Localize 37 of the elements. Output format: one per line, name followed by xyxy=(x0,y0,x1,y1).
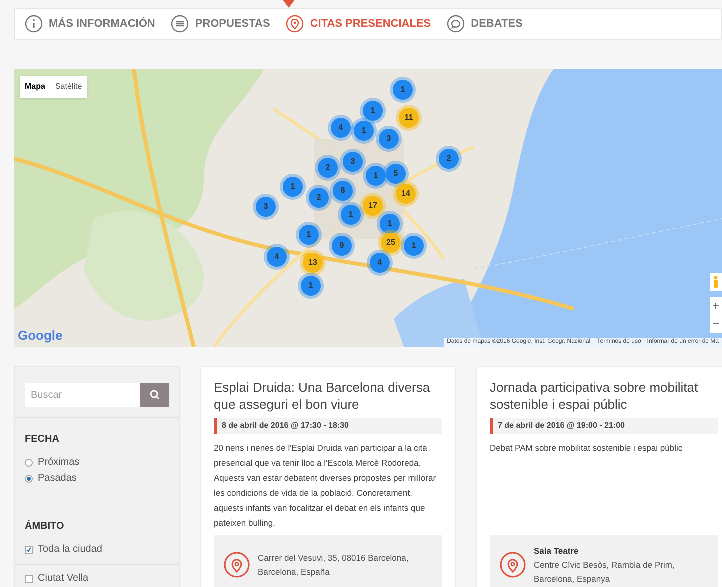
location-pin-icon xyxy=(286,15,304,33)
search-button[interactable] xyxy=(140,383,169,407)
checkbox[interactable] xyxy=(25,575,33,583)
option-label: Próximas xyxy=(38,457,80,469)
event-date: 8 de abril de 2016 @ 17:30 - 18:30 xyxy=(214,418,442,434)
location-name: Sala Teatre xyxy=(534,545,580,558)
list-icon xyxy=(171,15,190,33)
zoom-in-button[interactable]: + xyxy=(712,297,720,315)
nav-tab[interactable]: DEBATES xyxy=(447,15,523,33)
location-pin-icon xyxy=(500,552,526,578)
nav-tab[interactable]: MÁS INFORMACIÓN xyxy=(25,15,156,33)
event-date: 7 de abril de 2016 @ 19:00 - 21:00 xyxy=(490,418,718,434)
event-title[interactable]: Esplai Druida: Una Barcelona diversa que asseguri el bon viure xyxy=(214,379,442,413)
chat-bubble-icon xyxy=(447,15,466,33)
location-address: Carrer del Vesuvi, 35, 08016 Barcelona, Barcelona, España xyxy=(258,552,410,579)
event-description: 20 nens i nenes de l'Esplai Druida van participar a la cita presencial que va tenir lloc a l'Escola Mercè Rodoreda. Aquests van estar debatent diverses propostes per millorar les condicions de vida de la població. Concretament, aquests infants van focalitzar el debat en els infants que pateixen bulling. xyxy=(214,442,438,530)
option-label: Ciutat Vella xyxy=(38,573,89,585)
radio-button[interactable] xyxy=(25,459,33,467)
filter-heading: ÁMBITO xyxy=(25,521,66,533)
google-logo: Google xyxy=(18,326,63,345)
location-address: Centre Cívic Besòs, Rambla de Prim, Barcelona, Espanya xyxy=(534,559,676,586)
option-label: Pasadas xyxy=(38,473,77,485)
zoom-out-button[interactable]: − xyxy=(712,315,720,333)
search-icon xyxy=(150,390,160,400)
option-label: Toda la ciudad xyxy=(38,544,102,556)
event-description: Debat PAM sobre mobilitat sostenible i espai públic xyxy=(490,442,684,455)
search-field[interactable]: Buscar xyxy=(25,383,140,407)
map-type-button[interactable]: Mapa xyxy=(20,76,50,98)
info-icon xyxy=(25,15,43,33)
map-type-button[interactable]: Satélite xyxy=(50,76,88,98)
filter-heading: FECHA xyxy=(25,434,60,446)
radio-button[interactable] xyxy=(25,475,33,483)
nav-tab[interactable]: PROPUESTAS xyxy=(171,15,270,33)
checkbox[interactable] xyxy=(25,546,33,554)
event-title[interactable]: Jornada participativa sobre mobilitat sostenible i espai públic xyxy=(490,379,718,413)
nav-tab[interactable]: CITAS PRESENCIALES xyxy=(286,15,432,33)
location-pin-icon xyxy=(224,552,250,578)
